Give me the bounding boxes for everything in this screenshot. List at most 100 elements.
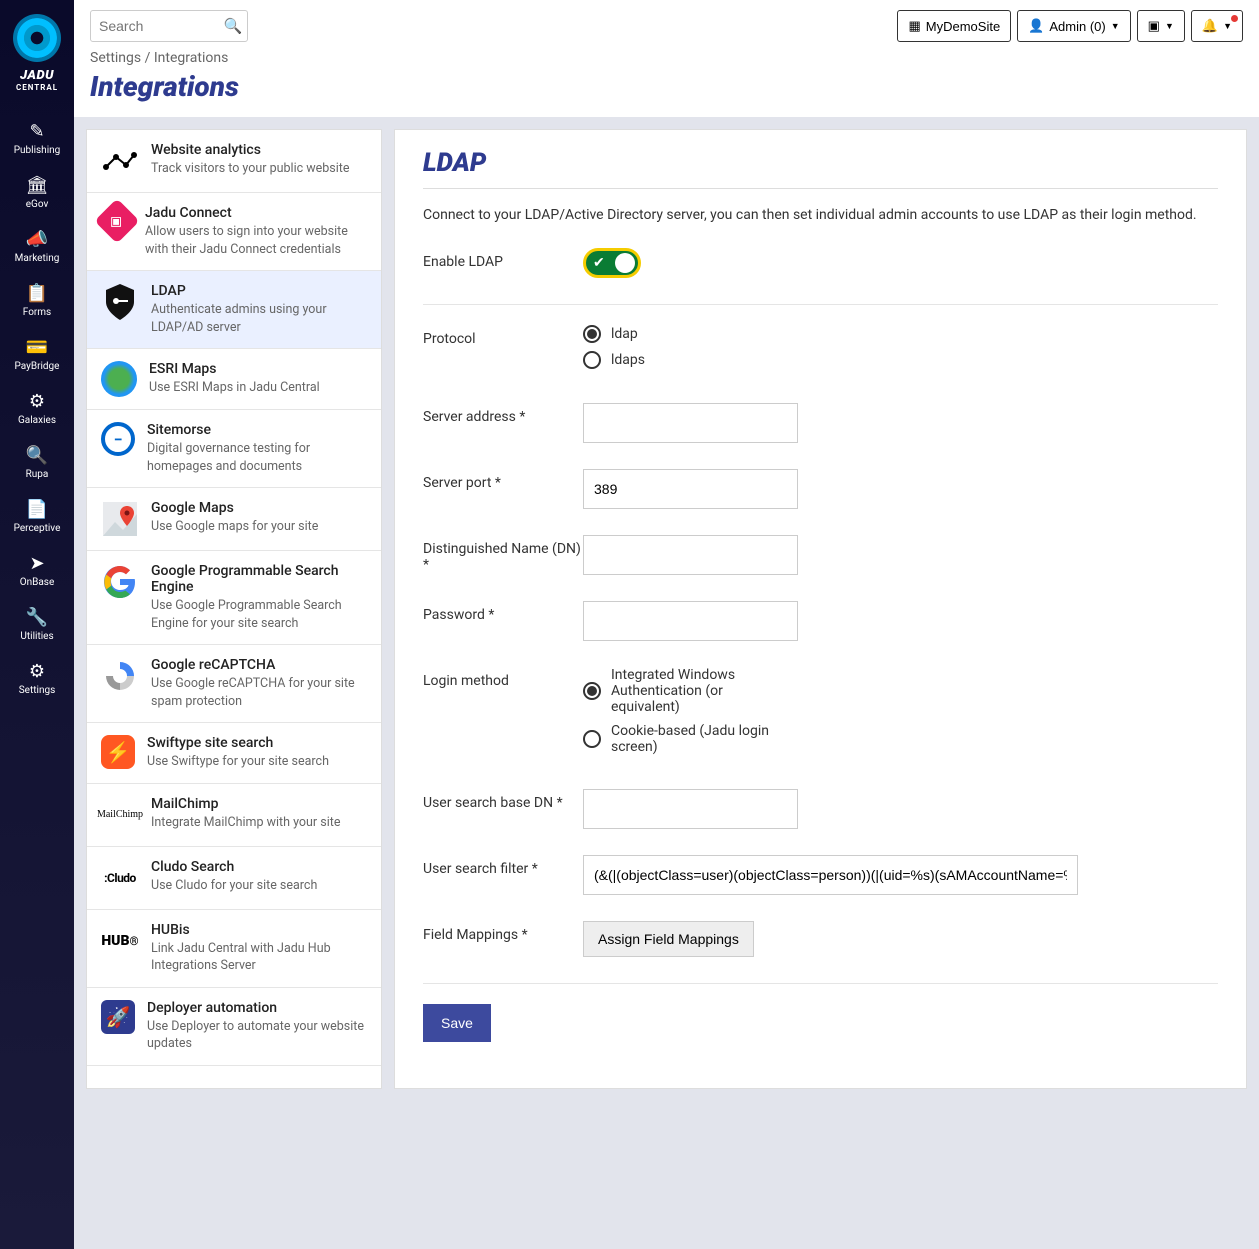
search-filter-input[interactable] <box>583 855 1078 895</box>
search-base-input[interactable] <box>583 789 798 829</box>
brand-logo[interactable]: JADU CENTRAL <box>13 14 61 92</box>
integration-item-esri[interactable]: ESRI MapsUse ESRI Maps in Jadu Central <box>87 349 381 410</box>
apps-menu[interactable]: ▣▼ <box>1137 10 1185 42</box>
nav-settings[interactable]: ⚙Settings <box>0 650 74 704</box>
radio-icon <box>583 351 601 369</box>
label-enable-ldap: Enable LDAP <box>423 248 583 270</box>
nav-perceptive[interactable]: 📄Perceptive <box>0 488 74 542</box>
nav-paybridge[interactable]: 💳PayBridge <box>0 326 74 380</box>
chevron-right-icon: ➤ <box>26 552 48 574</box>
breadcrumb: Settings / Integrations <box>74 42 1259 70</box>
label-search-base: User search base DN <box>423 789 583 811</box>
label-login-method: Login method <box>423 667 583 689</box>
label-server-port: Server port <box>423 469 583 491</box>
mailchimp-icon: MailChimp <box>101 796 139 834</box>
site-selector[interactable]: ▦MyDemoSite <box>897 10 1011 42</box>
analytics-icon <box>101 142 139 180</box>
clipboard-icon: 📋 <box>26 282 48 304</box>
primary-nav: JADU CENTRAL ✎Publishing 🏛eGov 📣Marketin… <box>0 0 74 1249</box>
nav-egov[interactable]: 🏛eGov <box>0 164 74 218</box>
nav-rupa[interactable]: 🔍Rupa <box>0 434 74 488</box>
radio-icon <box>583 730 601 748</box>
bullhorn-icon: 📣 <box>26 228 48 250</box>
topbar: 🔍 ▦MyDemoSite 👤Admin (0)▼ ▣▼ 🔔▼ <box>74 0 1259 42</box>
check-icon: ✔ <box>593 255 605 271</box>
integration-item-ldap[interactable]: LDAPAuthenticate admins using your LDAP/… <box>87 271 381 349</box>
server-address-input[interactable] <box>583 403 798 443</box>
recaptcha-icon <box>101 657 139 695</box>
copy-icon: 📄 <box>26 498 48 520</box>
nav-onbase[interactable]: ➤OnBase <box>0 542 74 596</box>
connect-icon: ◈ <box>94 198 139 243</box>
wrench-icon: 🔧 <box>26 606 48 628</box>
protocol-ldaps-radio[interactable]: ldaps <box>583 351 1078 369</box>
label-server-address: Server address <box>423 403 583 425</box>
breadcrumb-current: Integrations <box>154 50 228 66</box>
protocol-ldap-radio[interactable]: ldap <box>583 325 1078 343</box>
card-icon: 💳 <box>26 336 48 358</box>
integration-item-jadu-connect[interactable]: ◈ Jadu ConnectAllow users to sign into y… <box>87 193 381 271</box>
notification-dot <box>1231 15 1238 22</box>
ldap-settings-panel: LDAP Connect to your LDAP/Active Directo… <box>394 129 1247 1089</box>
caret-down-icon: ▼ <box>1165 21 1174 31</box>
brand-name: JADU <box>20 68 54 83</box>
integration-item-deployer[interactable]: 🚀 Deployer automationUse Deployer to aut… <box>87 988 381 1066</box>
label-protocol: Protocol <box>423 325 583 347</box>
assign-field-mappings-button[interactable]: Assign Field Mappings <box>583 921 754 957</box>
breadcrumb-root[interactable]: Settings <box>90 50 141 66</box>
server-port-input[interactable] <box>583 469 798 509</box>
logo-icon <box>13 14 61 62</box>
panel-title: LDAP <box>423 148 1218 178</box>
gear-icon: ⚙ <box>26 660 48 682</box>
cludo-icon: :Cludo <box>101 859 139 897</box>
bell-icon: 🔔 <box>1202 18 1218 34</box>
integration-item-sitemorse[interactable]: − SitemorseDigital governance testing fo… <box>87 410 381 488</box>
sitemorse-icon: − <box>101 422 135 456</box>
integration-item-recaptcha[interactable]: Google reCAPTCHAUse Google reCAPTCHA for… <box>87 645 381 723</box>
save-button[interactable]: Save <box>423 1004 491 1042</box>
apps-icon: ▣ <box>1148 18 1160 34</box>
integration-item-analytics[interactable]: Website analyticsTrack visitors to your … <box>87 130 381 193</box>
search-icon: 🔍 <box>224 18 243 35</box>
notifications-menu[interactable]: 🔔▼ <box>1191 10 1243 42</box>
label-search-filter: User search filter <box>423 855 583 877</box>
deployer-icon: 🚀 <box>101 1000 135 1034</box>
caret-down-icon: ▼ <box>1111 21 1120 31</box>
site-icon: ▦ <box>908 18 920 34</box>
user-icon: 👤 <box>1028 18 1044 34</box>
globe-icon <box>101 361 137 397</box>
dn-input[interactable] <box>583 535 798 575</box>
panel-description: Connect to your LDAP/Active Directory se… <box>423 205 1218 226</box>
swiftype-icon: ⚡ <box>101 735 135 769</box>
integration-item-swiftype[interactable]: ⚡ Swiftype site searchUse Swiftype for y… <box>87 723 381 784</box>
integration-item-google-maps[interactable]: Google MapsUse Google maps for your site <box>87 488 381 551</box>
integration-item-google-search[interactable]: Google Programmable Search EngineUse Goo… <box>87 551 381 645</box>
pencil-icon: ✎ <box>26 120 48 142</box>
nav-forms[interactable]: 📋Forms <box>0 272 74 326</box>
google-icon <box>101 563 139 601</box>
gmaps-icon <box>101 500 139 538</box>
nav-utilities[interactable]: 🔧Utilities <box>0 596 74 650</box>
building-icon: 🏛 <box>26 174 48 196</box>
label-password: Password <box>423 601 583 623</box>
shield-icon <box>101 283 139 321</box>
nav-publishing[interactable]: ✎Publishing <box>0 110 74 164</box>
integration-item-mailchimp[interactable]: MailChimp MailChimpIntegrate MailChimp w… <box>87 784 381 847</box>
integration-item-hubis[interactable]: HUB® HUBisLink Jadu Central with Jadu Hu… <box>87 910 381 988</box>
nav-marketing[interactable]: 📣Marketing <box>0 218 74 272</box>
hubis-icon: HUB® <box>101 922 139 960</box>
search-button[interactable]: 🔍 <box>218 10 248 42</box>
search-icon: 🔍 <box>26 444 48 466</box>
label-dn: Distinguished Name (DN) <box>423 535 583 573</box>
nav-galaxies[interactable]: ⚙Galaxies <box>0 380 74 434</box>
login-iwa-radio[interactable]: Integrated Windows Authentication (or eq… <box>583 667 793 715</box>
enable-ldap-toggle[interactable]: ✔ <box>583 248 641 278</box>
divider <box>423 188 1218 189</box>
login-cookie-radio[interactable]: Cookie-based (Jadu login screen) <box>583 723 793 755</box>
label-field-mappings: Field Mappings <box>423 921 583 943</box>
radio-icon <box>583 682 601 700</box>
integration-item-cludo[interactable]: :Cludo Cludo SearchUse Cludo for your si… <box>87 847 381 910</box>
integrations-list: Website analyticsTrack visitors to your … <box>86 129 382 1089</box>
admin-menu[interactable]: 👤Admin (0)▼ <box>1017 10 1130 42</box>
password-input[interactable] <box>583 601 798 641</box>
